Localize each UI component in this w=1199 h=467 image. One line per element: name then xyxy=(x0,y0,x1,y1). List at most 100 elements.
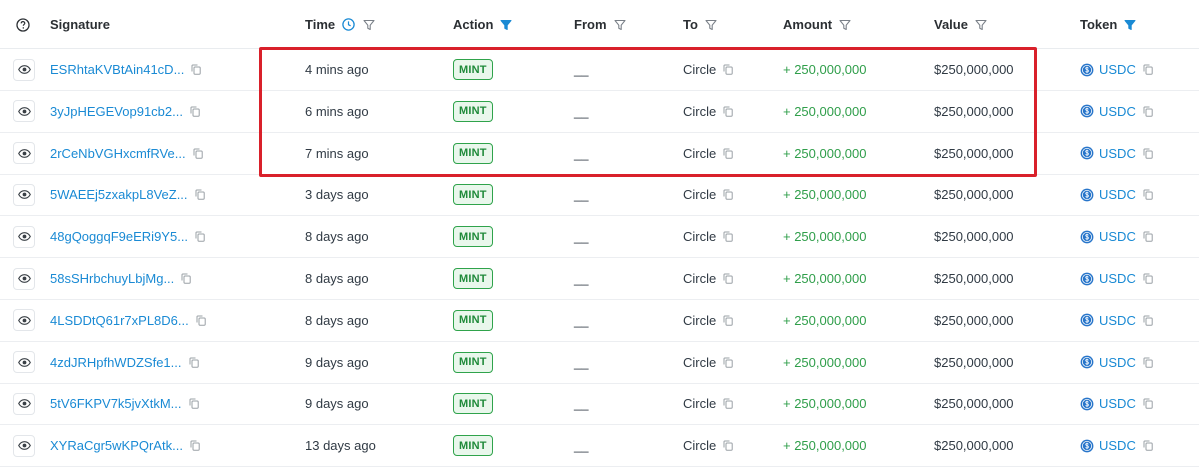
view-button[interactable] xyxy=(13,142,35,165)
signature-cell: 5WAEEj5zxakpL8VeZ... xyxy=(50,174,205,215)
usdc-coin-icon xyxy=(1080,397,1094,411)
column-header-token[interactable]: Token xyxy=(1080,0,1136,49)
copy-icon[interactable] xyxy=(189,398,199,410)
copy-icon[interactable] xyxy=(723,64,733,75)
from-cell: __ xyxy=(574,271,589,286)
view-cell xyxy=(13,133,35,174)
token-link[interactable]: USDC xyxy=(1099,355,1136,370)
token-link[interactable]: USDC xyxy=(1099,229,1136,244)
copy-icon[interactable] xyxy=(1143,440,1153,451)
view-button[interactable] xyxy=(13,58,35,81)
filter-icon[interactable] xyxy=(363,19,375,31)
copy-icon[interactable] xyxy=(723,273,733,284)
view-button[interactable] xyxy=(13,225,35,248)
view-button[interactable] xyxy=(13,392,35,415)
to-label: Circle xyxy=(683,229,717,245)
view-cell xyxy=(13,342,35,383)
value-cell: $250,000,000 xyxy=(934,229,1014,245)
view-button[interactable] xyxy=(13,309,35,332)
signature-link[interactable]: 3yJpHEGEVop91cb2... xyxy=(50,104,183,119)
action-badge: MINT xyxy=(453,226,493,248)
copy-icon[interactable] xyxy=(196,315,206,326)
column-header-action[interactable]: Action xyxy=(453,0,512,49)
to-label: Circle xyxy=(683,145,717,161)
table-row: 3yJpHEGEVop91cb2... 6 mins ago MINT __ C… xyxy=(0,91,1199,133)
copy-icon[interactable] xyxy=(181,273,191,284)
token-link[interactable]: USDC xyxy=(1099,396,1136,411)
copy-icon[interactable] xyxy=(1143,357,1153,368)
signature-link[interactable]: XYRaCgr5wKPQrAtk... xyxy=(50,438,183,453)
copy-icon[interactable] xyxy=(1143,106,1153,117)
action-badge: MINT xyxy=(453,142,493,164)
filter-icon[interactable] xyxy=(705,19,717,31)
token-link[interactable]: USDC xyxy=(1099,62,1136,77)
filter-icon[interactable] xyxy=(975,19,987,31)
to-label: Circle xyxy=(683,271,717,286)
copy-icon[interactable] xyxy=(1143,273,1153,284)
token-link[interactable]: USDC xyxy=(1099,104,1136,119)
view-button[interactable] xyxy=(13,183,35,206)
signature-link[interactable]: 2rCeNbVGHxcmfRVe... xyxy=(50,146,186,161)
signature-link[interactable]: 5tV6FKPV7k5jvXtkM... xyxy=(50,396,182,411)
copy-icon[interactable] xyxy=(723,315,733,326)
from-cell: __ xyxy=(574,229,589,245)
copy-icon[interactable] xyxy=(189,357,199,368)
token-link[interactable]: USDC xyxy=(1099,146,1136,161)
usdc-coin-icon xyxy=(1080,439,1094,453)
signature-link[interactable]: 4zdJRHpfhWDZSfe1... xyxy=(50,355,182,370)
signature-link[interactable]: 5WAEEj5zxakpL8VeZ... xyxy=(50,187,188,202)
to-cell: Circle xyxy=(683,342,733,383)
signature-link[interactable]: 48gQoggqF9eERi9Y5... xyxy=(50,229,188,244)
filter-active-icon[interactable] xyxy=(1124,19,1136,31)
token-link[interactable]: USDC xyxy=(1099,271,1136,286)
to-cell: Circle xyxy=(683,425,733,466)
copy-icon[interactable] xyxy=(1143,189,1153,201)
copy-icon[interactable] xyxy=(723,106,733,117)
copy-icon[interactable] xyxy=(723,189,733,201)
copy-icon[interactable] xyxy=(723,231,733,242)
signature-link[interactable]: 4LSDDtQ61r7xPL8D6... xyxy=(50,313,189,328)
copy-icon[interactable] xyxy=(723,148,733,159)
view-button[interactable] xyxy=(13,434,35,457)
filter-icon[interactable] xyxy=(613,19,626,31)
token-link[interactable]: USDC xyxy=(1099,438,1136,453)
copy-icon[interactable] xyxy=(1143,64,1153,75)
copy-icon[interactable] xyxy=(195,189,205,201)
copy-icon[interactable] xyxy=(1143,231,1153,242)
amount-cell: + 250,000,000 xyxy=(783,271,867,286)
signature-link[interactable]: ESRhtaKVBtAin41cD... xyxy=(50,62,184,77)
copy-icon[interactable] xyxy=(190,440,200,451)
copy-icon[interactable] xyxy=(195,231,205,242)
copy-icon[interactable] xyxy=(723,357,733,368)
copy-icon[interactable] xyxy=(723,440,733,451)
column-header-to[interactable]: To xyxy=(683,0,717,49)
token-link[interactable]: USDC xyxy=(1099,187,1136,202)
usdc-coin-icon xyxy=(1080,230,1094,244)
view-button[interactable] xyxy=(13,100,35,123)
clock-icon[interactable] xyxy=(342,18,355,31)
to-label: Circle xyxy=(683,354,717,370)
copy-icon[interactable] xyxy=(1143,148,1153,159)
copy-icon[interactable] xyxy=(1143,398,1153,410)
view-button[interactable] xyxy=(13,351,35,374)
value-cell: $250,000,000 xyxy=(934,103,1014,119)
filter-active-icon[interactable] xyxy=(500,19,512,31)
column-header-amount[interactable]: Amount xyxy=(783,0,851,49)
action-badge: MINT xyxy=(453,435,493,457)
filter-icon[interactable] xyxy=(839,19,851,31)
copy-icon[interactable] xyxy=(191,64,202,75)
copy-icon[interactable] xyxy=(190,106,200,117)
signature-cell: 5tV6FKPV7k5jvXtkM... xyxy=(50,383,199,424)
from-cell: __ xyxy=(574,145,589,161)
copy-icon[interactable] xyxy=(723,398,733,410)
copy-icon[interactable] xyxy=(1143,315,1153,326)
column-header-time[interactable]: Time xyxy=(305,0,375,49)
token-link[interactable]: USDC xyxy=(1099,313,1136,328)
question-circle-icon[interactable] xyxy=(16,0,30,49)
signature-link[interactable]: 58sSHrbchuyLbjMg... xyxy=(50,271,174,286)
view-button[interactable] xyxy=(13,267,35,290)
column-header-value[interactable]: Value xyxy=(934,0,987,49)
action-cell: MINT xyxy=(453,91,493,132)
column-header-from[interactable]: From xyxy=(574,0,626,49)
copy-icon[interactable] xyxy=(193,148,203,159)
